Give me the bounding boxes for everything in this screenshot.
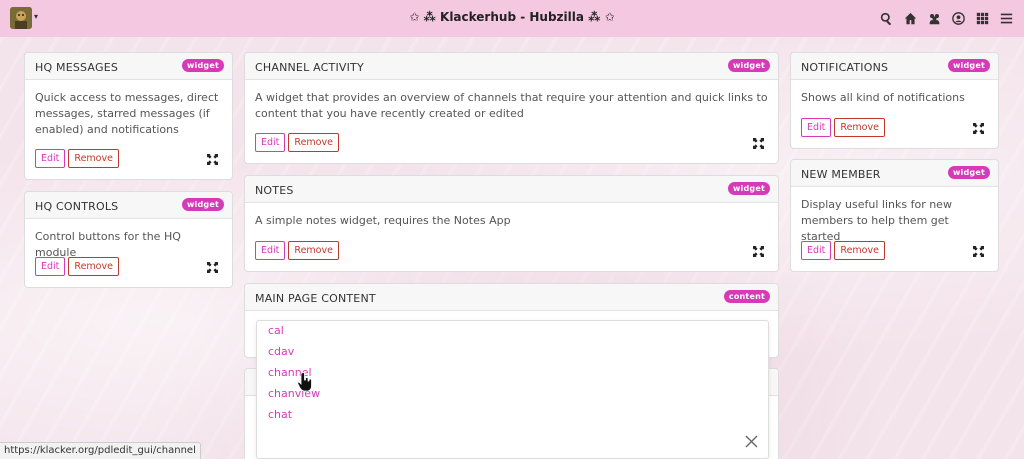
edit-button[interactable]: Edit (35, 257, 66, 276)
avatar-caret-icon[interactable]: ▾ (34, 12, 38, 21)
channel-activity-card: CHANNEL ACTIVITY widget A widget that pr… (244, 52, 779, 164)
close-icon[interactable] (745, 435, 758, 448)
card-header: NOTIFICATIONS widget (791, 53, 998, 80)
card-header: NEW MEMBER widget (791, 160, 998, 187)
card-header: HQ MESSAGES widget (25, 53, 232, 80)
expand-icon[interactable] (207, 262, 218, 273)
card-header: NOTES widget (245, 176, 778, 203)
card-description: Control buttons for the HQ module (35, 230, 181, 259)
expand-icon[interactable] (207, 154, 218, 165)
hand-pointer-icon (297, 372, 313, 392)
card-description: A widget that provides an overview of ch… (255, 91, 768, 120)
card-description: A simple notes widget, requires the Note… (255, 214, 511, 227)
remove-button[interactable]: Remove (834, 118, 885, 137)
hq-controls-card: HQ CONTROLS widget Control buttons for t… (24, 191, 233, 288)
search-icon[interactable] (878, 10, 894, 26)
expand-icon[interactable] (973, 123, 984, 134)
hq-messages-card: HQ MESSAGES widget Quick access to messa… (24, 52, 233, 180)
content-badge: content (723, 290, 770, 303)
users-icon[interactable] (926, 10, 942, 26)
remove-button[interactable]: Remove (288, 133, 339, 152)
grid-icon[interactable] (974, 10, 990, 26)
remove-button[interactable]: Remove (68, 149, 119, 168)
card-header: MAIN PAGE CONTENT content (245, 284, 778, 311)
card-header: HQ CONTROLS widget (25, 192, 232, 219)
remove-button[interactable]: Remove (68, 257, 119, 276)
card-description: Display useful links for new members to … (801, 198, 952, 243)
edit-button[interactable]: Edit (255, 133, 286, 152)
expand-icon[interactable] (973, 246, 984, 257)
card-title: NOTES (255, 184, 294, 197)
widget-badge: widget (727, 59, 770, 72)
expand-icon[interactable] (753, 246, 764, 257)
card-header: CHANNEL ACTIVITY widget (245, 53, 778, 80)
widget-badge: widget (947, 59, 990, 72)
edit-button[interactable]: Edit (801, 118, 832, 137)
card-description: Quick access to messages, direct message… (35, 91, 219, 136)
widget-badge: widget (727, 182, 770, 195)
card-title: MAIN PAGE CONTENT (255, 292, 376, 305)
status-url: https://klacker.org/pdledit_gui/channel (0, 442, 201, 459)
top-navbar: ▾ ✩ ⁂ Klackerhub - Hubzilla ⁂ ✩ (0, 0, 1024, 37)
widget-badge: widget (181, 198, 224, 211)
new-member-card: NEW MEMBER widget Display useful links f… (790, 159, 999, 272)
remove-button[interactable]: Remove (288, 241, 339, 260)
card-title: NEW MEMBER (801, 168, 881, 181)
home-icon[interactable] (902, 10, 918, 26)
widget-badge: widget (181, 59, 224, 72)
notes-card: NOTES widget A simple notes widget, requ… (244, 175, 779, 272)
card-title: NOTIFICATIONS (801, 61, 889, 74)
card-description: Shows all kind of notifications (801, 91, 965, 104)
user-circle-icon[interactable] (950, 10, 966, 26)
edit-button[interactable]: Edit (35, 149, 66, 168)
card-title: HQ CONTROLS (35, 200, 119, 213)
site-title: ✩ ⁂ Klackerhub - Hubzilla ⁂ ✩ (409, 10, 615, 24)
dropdown-item[interactable]: cdav (268, 345, 294, 358)
module-dropdown: cal cdav channel chanview chat (256, 320, 769, 459)
menu-icon[interactable] (998, 10, 1014, 26)
user-avatar[interactable] (10, 7, 32, 29)
dropdown-item[interactable]: chat (268, 408, 292, 421)
notifications-card: NOTIFICATIONS widget Shows all kind of n… (790, 52, 999, 149)
card-title: CHANNEL ACTIVITY (255, 61, 364, 74)
expand-icon[interactable] (753, 138, 764, 149)
card-title: HQ MESSAGES (35, 61, 119, 74)
dropdown-item[interactable]: cal (268, 324, 284, 337)
edit-button[interactable]: Edit (255, 241, 286, 260)
remove-button[interactable]: Remove (834, 241, 885, 260)
edit-button[interactable]: Edit (801, 241, 832, 260)
widget-badge: widget (947, 166, 990, 179)
